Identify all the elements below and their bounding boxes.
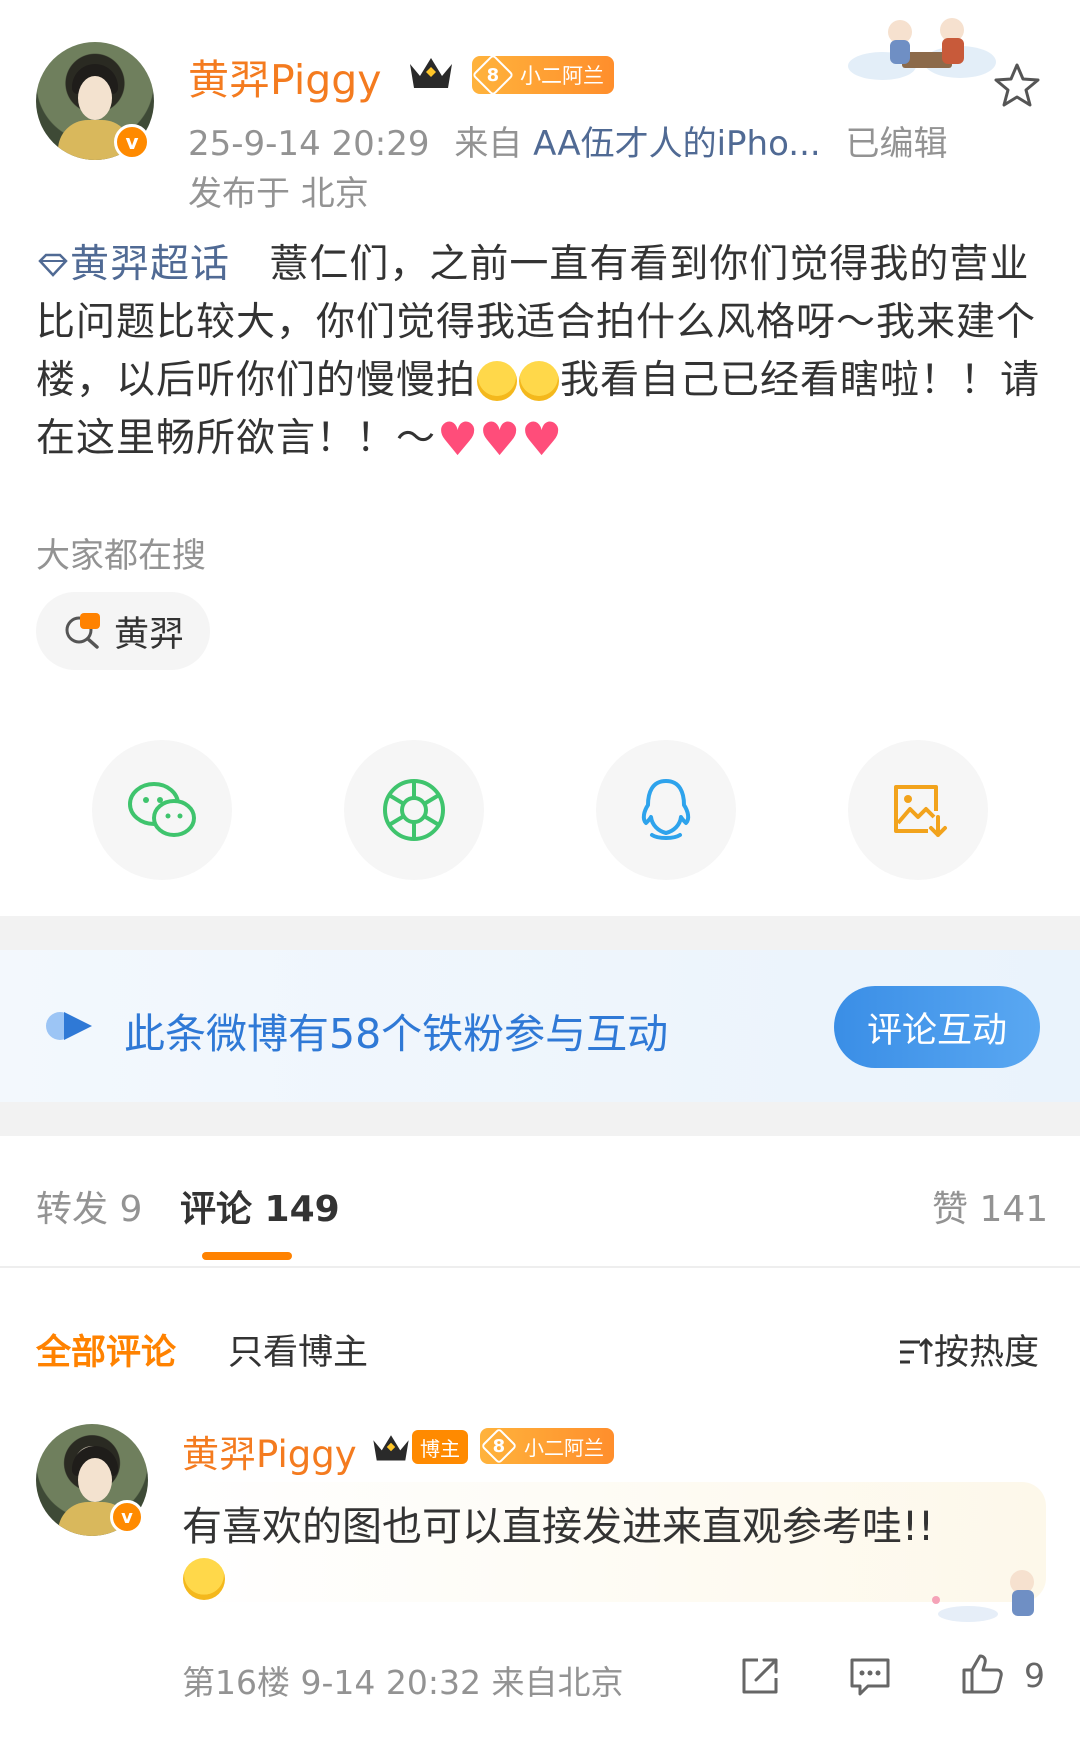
heart-emoji-icon: [437, 419, 479, 459]
trending-search-chip[interactable]: 黄羿: [36, 592, 211, 670]
post-location: 发布于 北京: [188, 174, 369, 214]
comment-floor: 第16楼: [182, 1663, 290, 1702]
sort-label: 按热度: [934, 1333, 1040, 1373]
comment-location: 来自北京: [491, 1663, 624, 1702]
verified-badge-icon: v: [114, 124, 150, 160]
reply-comment-icon[interactable]: [846, 1652, 894, 1700]
share-comment-icon[interactable]: [736, 1652, 784, 1700]
qq-icon: [641, 779, 691, 840]
comment-like-count: 9: [1024, 1656, 1045, 1695]
fan-badge[interactable]: 8 小二阿兰: [471, 53, 614, 97]
comment-meta: 第16楼 9-14 20:32 来自北京: [182, 1656, 624, 1704]
post-time: 25-9-14 20:29: [188, 124, 430, 164]
comment-text: 有喜欢的图也可以直接发进来直观参考哇!!: [182, 1504, 935, 1550]
like-comment-icon[interactable]: [958, 1650, 1006, 1698]
moments-icon: [383, 779, 445, 841]
comment-sticker-icon: [932, 1570, 1034, 1622]
comment-time: 9-14 20:32: [300, 1663, 482, 1702]
laughing-emoji-icon: [183, 1558, 225, 1600]
trending-search-label: 大家都在搜: [36, 536, 206, 576]
fans-interaction-text: 此条微博有58个铁粉参与互动: [124, 1010, 669, 1058]
sort-icon: [900, 1337, 934, 1364]
post-content: 黄羿超话 薏仁们，之前一直有看到你们觉得我的营业比问题比较大，你们觉得我适合拍什…: [36, 236, 1046, 468]
section-divider: [0, 1102, 1080, 1136]
fan-badge-label: 小二阿兰: [524, 1435, 604, 1460]
crying-emoji-icon: [519, 361, 560, 401]
heart-emoji-icon: [479, 419, 521, 459]
verified-badge-icon: v: [110, 1500, 144, 1534]
source-prefix: 来自: [454, 124, 523, 164]
comment-author-name[interactable]: 黄羿Piggy: [182, 1424, 357, 1478]
share-wechat-button[interactable]: [92, 740, 232, 880]
heart-emoji-icon: [521, 419, 563, 459]
save-image-icon: [894, 785, 947, 837]
trending-search-text: 黄羿: [114, 614, 185, 655]
sort-by-heat[interactable]: 按热度: [898, 1324, 1039, 1375]
tab-repost[interactable]: 转发 9: [36, 1180, 142, 1232]
tabs-divider: [0, 1266, 1080, 1268]
share-qq-button[interactable]: [596, 740, 736, 880]
tab-likes[interactable]: 赞 141: [932, 1180, 1048, 1232]
save-image-button[interactable]: [848, 740, 988, 880]
fan-badge-label: 小二阿兰: [520, 64, 604, 88]
filter-blogger-only[interactable]: 只看博主: [228, 1324, 368, 1375]
topic-link[interactable]: 黄羿超话: [36, 242, 230, 287]
share-moments-button[interactable]: [344, 740, 484, 880]
comment-interact-button[interactable]: 评论互动: [834, 986, 1040, 1068]
filter-all-comments[interactable]: 全部评论: [36, 1324, 176, 1375]
section-divider: [0, 916, 1080, 950]
post-meta: 25-9-14 20:29 来自 AA伍才人的iPho... 已编辑: [188, 116, 948, 165]
fans-arrow-icon: [46, 1012, 92, 1040]
fan-badge[interactable]: 8 小二阿兰: [480, 1427, 614, 1465]
super-topic-icon: [38, 253, 68, 277]
crying-emoji-icon: [477, 361, 518, 401]
post-source[interactable]: AA伍才人的iPho...: [533, 124, 821, 164]
decoration-sticker-icon: [848, 18, 996, 80]
edited-label[interactable]: 已编辑: [846, 124, 948, 164]
wechat-icon: [128, 782, 196, 837]
crown-icon: [373, 1435, 409, 1461]
crown-icon: [410, 58, 452, 88]
author-name[interactable]: 黄羿Piggy: [188, 46, 382, 106]
tab-comments[interactable]: 评论 149: [180, 1180, 340, 1232]
hot-search-icon: [65, 613, 100, 649]
active-tab-indicator: [202, 1252, 292, 1260]
favorite-star-icon[interactable]: [992, 60, 1042, 110]
blogger-tag: 博主: [412, 1430, 468, 1464]
